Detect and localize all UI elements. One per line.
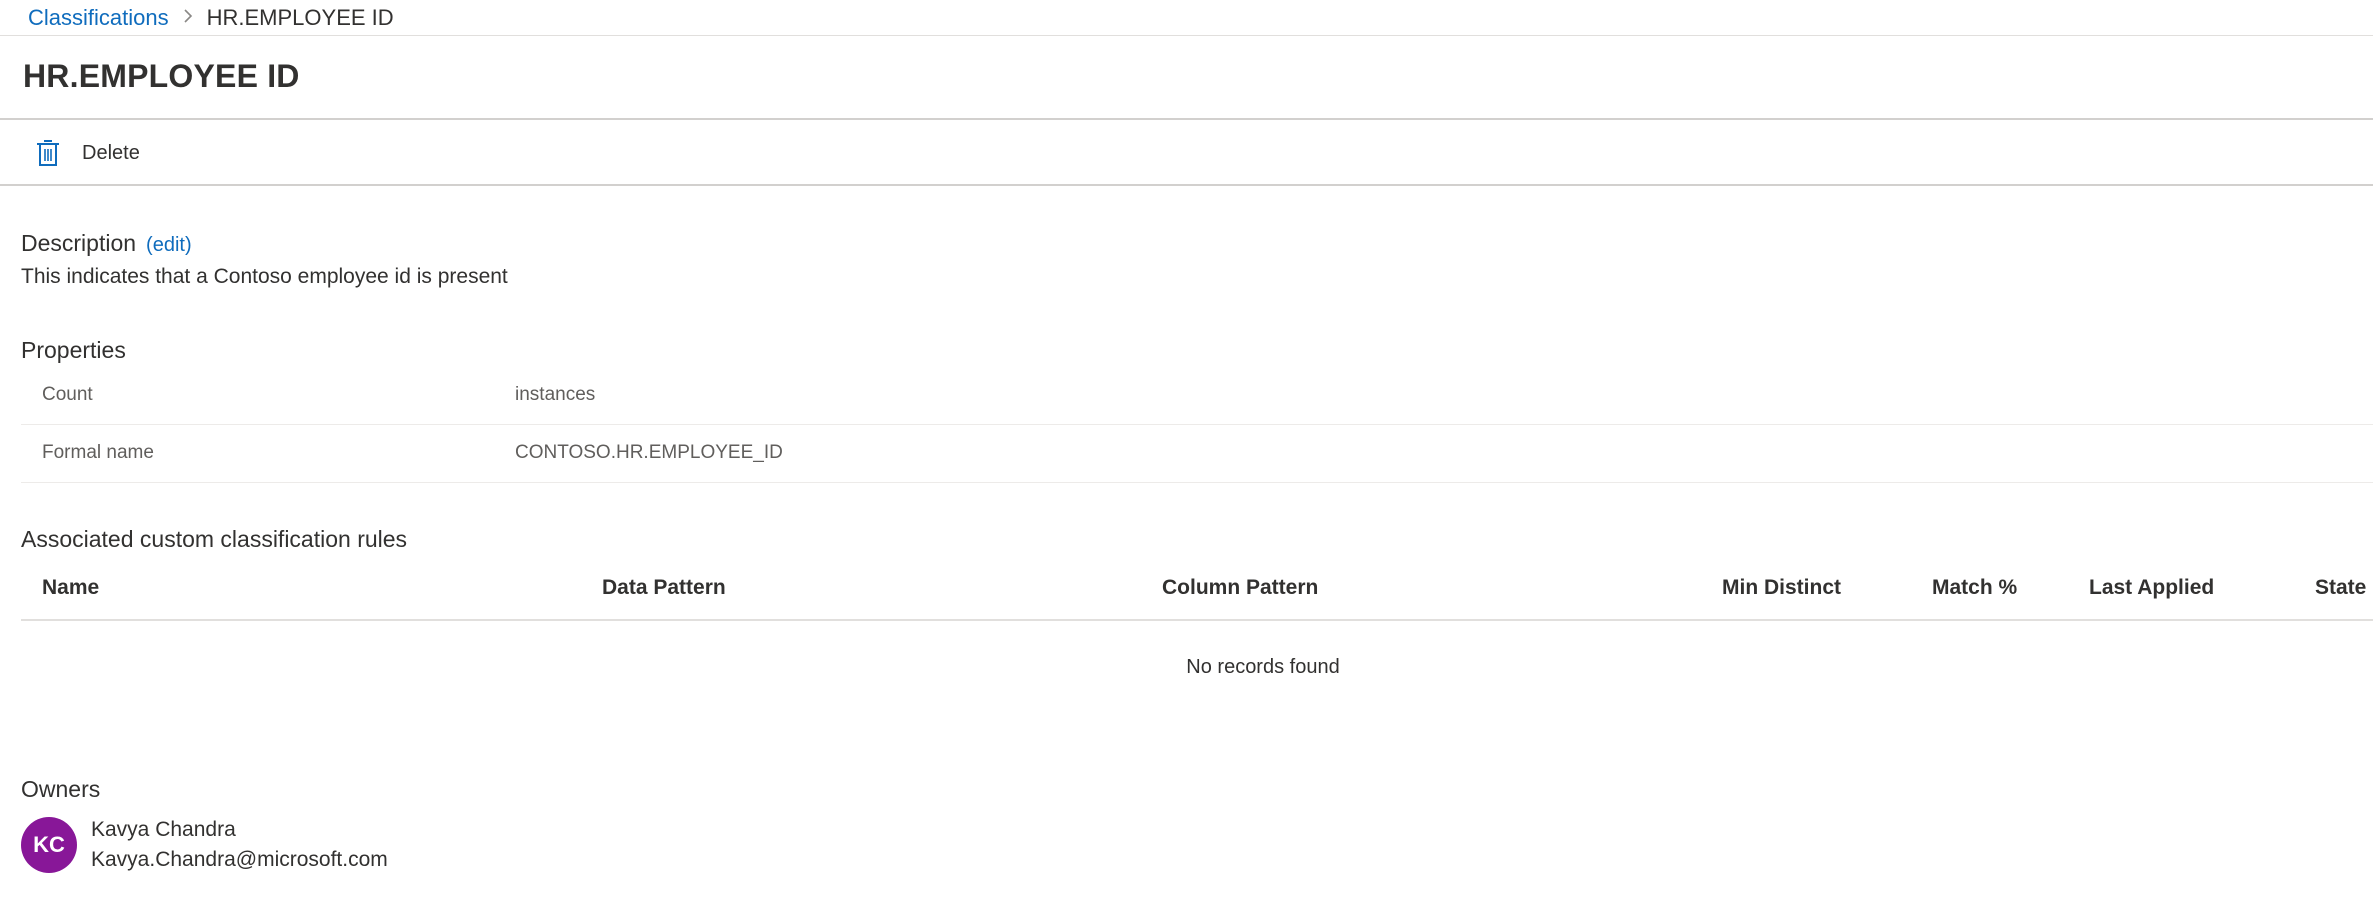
- property-value: CONTOSO.HR.EMPLOYEE_ID: [515, 442, 783, 463]
- divider: [21, 482, 2373, 483]
- column-header-last-applied[interactable]: Last Applied: [2089, 576, 2214, 600]
- column-header-match-percent[interactable]: Match %: [1932, 576, 2017, 600]
- classification-detail-page: Classifications HR.EMPLOYEE ID HR.EMPLOY…: [0, 0, 2373, 897]
- edit-description-link[interactable]: (edit): [146, 234, 192, 257]
- delete-button[interactable]: Delete: [22, 133, 152, 173]
- divider: [0, 118, 2373, 120]
- empty-state-text: No records found: [1186, 656, 1340, 678]
- column-header-column-pattern[interactable]: Column Pattern: [1162, 576, 1318, 600]
- delete-button-label: Delete: [82, 141, 140, 164]
- breadcrumb: Classifications HR.EMPLOYEE ID: [28, 0, 394, 36]
- column-header-state[interactable]: State: [2315, 576, 2366, 600]
- avatar: KC: [21, 817, 77, 873]
- property-key: Formal name: [42, 442, 154, 463]
- command-bar: Delete: [22, 124, 152, 182]
- properties-heading: Properties: [21, 337, 126, 363]
- divider: [0, 35, 2373, 36]
- breadcrumb-current: HR.EMPLOYEE ID: [206, 5, 394, 30]
- property-value: instances: [515, 384, 596, 405]
- owner-email: Kavya.Chandra@microsoft.com: [91, 848, 388, 871]
- column-header-data-pattern[interactable]: Data Pattern: [602, 576, 726, 600]
- description-heading: Description: [21, 230, 137, 256]
- property-key: Count: [42, 384, 93, 405]
- chevron-right-icon: [183, 5, 193, 31]
- rules-table-header: Name Data Pattern Column Pattern Min Dis…: [21, 568, 2373, 610]
- description-text: This indicates that a Contoso employee i…: [21, 265, 508, 288]
- owner-info: Kavya Chandra Kavya.Chandra@microsoft.co…: [91, 815, 388, 875]
- trash-icon: [34, 137, 62, 169]
- property-row: Formal name CONTOSO.HR.EMPLOYEE_ID: [21, 424, 2373, 482]
- property-row: Count instances: [21, 366, 2373, 424]
- column-header-name[interactable]: Name: [42, 576, 99, 600]
- breadcrumb-classifications-link[interactable]: Classifications: [28, 5, 169, 31]
- owner-name: Kavya Chandra: [91, 818, 236, 841]
- page-title: HR.EMPLOYEE ID: [23, 58, 300, 94]
- owners-heading: Owners: [21, 776, 101, 802]
- rules-heading: Associated custom classification rules: [21, 526, 408, 552]
- description-section: Description (edit): [21, 230, 192, 257]
- owner-item: KC Kavya Chandra Kavya.Chandra@microsoft…: [21, 815, 388, 875]
- column-header-min-distinct[interactable]: Min Distinct: [1722, 576, 1841, 600]
- divider: [0, 184, 2373, 186]
- divider: [21, 619, 2373, 621]
